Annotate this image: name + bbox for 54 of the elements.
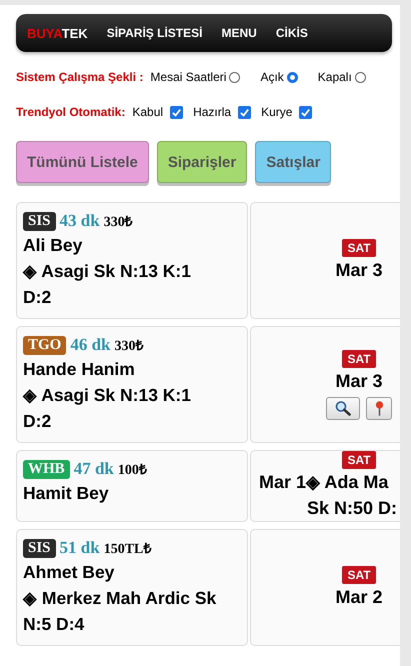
customer-name: Ahmet Bey xyxy=(23,561,116,584)
nav-link[interactable]: MENU xyxy=(221,26,257,40)
status-badge: SAT xyxy=(342,566,376,584)
radio-button[interactable] xyxy=(286,72,298,82)
nav-link[interactable]: SİPARİŞ LİSTESİ xyxy=(106,26,202,40)
option-label: Kapalı xyxy=(318,70,352,84)
pin-icon xyxy=(374,400,384,416)
status-badge: SAT xyxy=(342,451,376,469)
status-badge: SAT xyxy=(342,238,376,256)
setting-label: Sistem Çalışma Şekli : xyxy=(16,70,144,84)
option-label: Kurye xyxy=(261,105,292,119)
customer-address: ◈ Ada Ma xyxy=(306,472,388,492)
customer-address: ◈ Asagi Sk N:13 K:1 D:2 xyxy=(23,260,192,309)
checkbox[interactable] xyxy=(299,106,312,118)
source-badge: SIS xyxy=(23,538,56,558)
order-date: Mar 2 xyxy=(335,586,383,608)
filter-button[interactable]: Siparişler xyxy=(156,141,248,183)
checkbox[interactable] xyxy=(238,106,252,118)
customer-name: Hamit Bey xyxy=(23,482,110,505)
setting-label: Trendyol Otomatik: xyxy=(16,105,126,119)
customer-address: ◈ Merkez Mah Ardic Sk N:5 D:4 xyxy=(23,587,218,636)
checkbox[interactable] xyxy=(170,106,184,118)
status-badge: SAT xyxy=(342,350,376,368)
brand-logo[interactable]: BUYATEK xyxy=(27,26,88,40)
option-label: Kabul xyxy=(132,105,164,119)
search-button[interactable] xyxy=(326,396,360,420)
source-badge: SIS xyxy=(23,212,56,230)
search-icon xyxy=(333,400,353,416)
order-price: 330₺ xyxy=(114,338,144,355)
elapsed-time: 43 dk xyxy=(60,211,100,231)
order-price: 150TL₺ xyxy=(104,541,152,558)
order-price: 100₺ xyxy=(118,462,147,479)
option-label: Hazırla xyxy=(193,105,232,119)
customer-name: Ali Bey xyxy=(23,234,84,257)
location-button[interactable] xyxy=(366,396,392,420)
radio-button[interactable] xyxy=(354,72,366,82)
elapsed-time: 46 dk xyxy=(70,335,111,355)
customer-address: Sk N:50 D: xyxy=(307,498,398,518)
source-badge: WHB xyxy=(23,460,70,478)
source-badge: TGO xyxy=(23,336,66,354)
order-date: Mar 3 xyxy=(335,370,383,392)
filter-button[interactable]: Tümünü Listele xyxy=(16,141,149,183)
customer-name: Hande Hanim xyxy=(23,358,136,381)
radio-button[interactable] xyxy=(229,72,240,82)
nav-link[interactable]: CİKİS xyxy=(276,26,308,40)
order-price: 330₺ xyxy=(104,214,133,231)
order-date: Mar 3 xyxy=(335,258,383,282)
elapsed-time: 51 dk xyxy=(60,538,100,558)
elapsed-time: 47 dk xyxy=(74,459,114,479)
option-label: Mesai Saatleri xyxy=(150,70,226,84)
order-date: Mar 1 xyxy=(259,472,306,492)
filter-button[interactable]: Satışlar xyxy=(255,141,332,183)
option-label: Açık xyxy=(260,70,284,84)
customer-address: ◈ Asagi Sk N:13 K:1 D:2 xyxy=(23,384,192,433)
